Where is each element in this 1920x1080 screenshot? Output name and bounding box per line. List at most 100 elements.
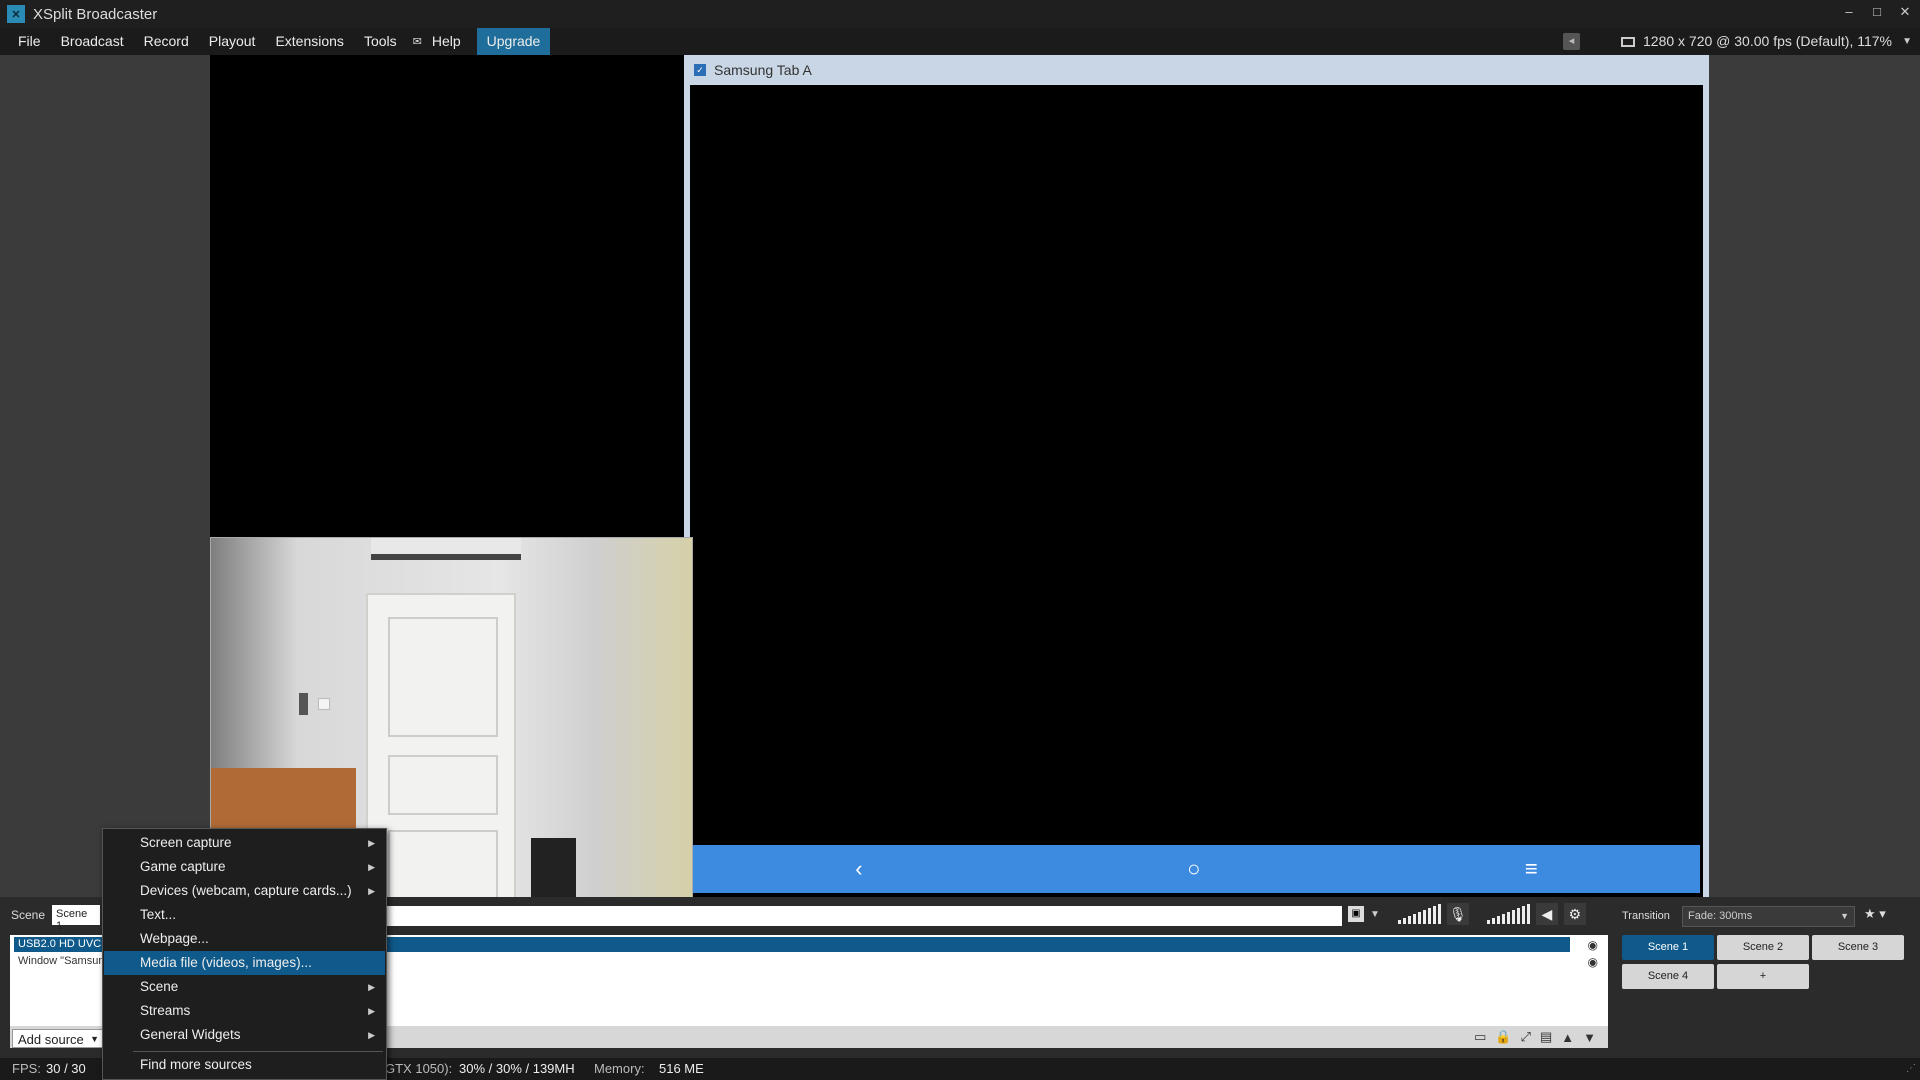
- menu-item-streams[interactable]: Streams ▶: [104, 999, 385, 1023]
- menu-icon: ≡: [1524, 856, 1538, 881]
- speaker-volume-bars[interactable]: [1486, 904, 1530, 924]
- menu-item-label: Webpage...: [140, 931, 209, 946]
- source-item-label: USB2.0 HD UVC W: [18, 938, 115, 950]
- fps-label: FPS:: [12, 1061, 41, 1076]
- microphone-icon[interactable]: 🎙: [1446, 903, 1469, 925]
- speaker-icon[interactable]: ◀: [1535, 903, 1558, 925]
- chevron-right-icon: ▶: [368, 862, 375, 872]
- transition-value: Fade: 300ms: [1688, 910, 1753, 922]
- scene-button-3[interactable]: Scene 3: [1812, 935, 1904, 960]
- add-source-label: Add source: [18, 1032, 84, 1047]
- air-conditioner: [371, 538, 521, 560]
- scene-button-1[interactable]: Scene 1: [1622, 935, 1714, 960]
- title-bar: ✕ XSplit Broadcaster – □ ✕: [0, 0, 1920, 28]
- projector-icon[interactable]: ▤: [1540, 1029, 1552, 1045]
- add-source-button[interactable]: Add source ▼: [12, 1029, 104, 1048]
- xsplit-logo-icon: ✕: [7, 5, 25, 23]
- transition-select[interactable]: Fade: 300ms ▼: [1682, 906, 1855, 927]
- menu-tools[interactable]: Tools: [354, 28, 407, 55]
- home-icon: ○: [1187, 856, 1201, 881]
- checkbox-icon: ✓: [694, 64, 706, 76]
- resize-grip-icon[interactable]: ⋰: [1906, 1058, 1916, 1080]
- source-item[interactable]: Window "Samsun: [14, 954, 104, 969]
- transition-label: Transition: [1622, 910, 1670, 922]
- menu-item-find-more-sources[interactable]: Find more sources: [104, 1053, 385, 1077]
- menu-item-media-file[interactable]: Media file (videos, images)...: [104, 951, 385, 975]
- samsung-tab-source[interactable]: ✓ Samsung Tab A ‹ ○ ≡: [684, 55, 1709, 897]
- transition-add-button[interactable]: ★ ▾: [1864, 906, 1904, 927]
- mic-volume-bars[interactable]: [1397, 904, 1441, 924]
- menu-item-text[interactable]: Text...: [104, 903, 385, 927]
- source-window-titlebar: ✓ Samsung Tab A: [684, 55, 1709, 85]
- scene-button-4[interactable]: Scene 4: [1622, 964, 1714, 989]
- chevron-right-icon: ▶: [368, 886, 375, 896]
- chevron-down-icon: ▼: [1840, 911, 1849, 921]
- menu-item-label: Scene: [140, 979, 179, 994]
- chevron-down-icon[interactable]: ▼: [1902, 28, 1912, 55]
- scene-button-2[interactable]: Scene 2: [1717, 935, 1809, 960]
- menu-playout[interactable]: Playout: [199, 28, 266, 55]
- chevron-down-icon[interactable]: ▼: [1370, 909, 1380, 920]
- source-item-label: Window "Samsun: [18, 955, 105, 967]
- move-down-icon[interactable]: ▼: [1583, 1030, 1596, 1045]
- memory-value: 516 ME: [659, 1061, 704, 1076]
- menu-item-label: Screen capture: [140, 835, 232, 850]
- gpu-value: 30% / 30% / 139MH: [459, 1061, 575, 1076]
- menu-help[interactable]: Help: [422, 28, 471, 55]
- gpu-label: GTX 1050):: [385, 1061, 453, 1076]
- menu-item-screen-capture[interactable]: Screen capture ▶: [104, 831, 385, 855]
- door: [366, 593, 516, 898]
- window-title: XSplit Broadcaster: [33, 5, 158, 23]
- menu-item-label: Find more sources: [140, 1057, 252, 1072]
- mail-icon: ✉: [412, 36, 422, 48]
- resolution-selector[interactable]: 1280 x 720 @ 30.00 fps (Default), 117%: [1621, 28, 1892, 55]
- move-up-icon[interactable]: ▲: [1561, 1030, 1574, 1045]
- menu-item-scene[interactable]: Scene ▶: [104, 975, 385, 999]
- menu-bar: File Broadcast Record Playout Extensions…: [0, 28, 1920, 55]
- source-window-title: Samsung Tab A: [714, 62, 812, 78]
- scene-name-field[interactable]: Scene 1: [52, 905, 100, 932]
- fps-value: 30 / 30: [46, 1061, 86, 1076]
- upgrade-button[interactable]: Upgrade: [476, 28, 551, 55]
- menu-item-label: Devices (webcam, capture cards...): [140, 883, 352, 898]
- menu-item-webpage[interactable]: Webpage...: [104, 927, 385, 951]
- eye-icon[interactable]: ◉: [1588, 955, 1598, 969]
- scene-label: Scene: [11, 908, 46, 922]
- add-scene-button[interactable]: +: [1717, 964, 1809, 989]
- memory-label: Memory:: [594, 1061, 645, 1076]
- chevron-right-icon: ▶: [368, 838, 375, 848]
- bag: [531, 838, 576, 898]
- maximize-button[interactable]: □: [1868, 4, 1886, 20]
- fullscreen-icon[interactable]: ⤢: [1521, 1029, 1531, 1045]
- menu-item-label: Streams: [140, 1003, 191, 1018]
- back-icon: ‹: [855, 856, 863, 881]
- menu-item-game-capture[interactable]: Game capture ▶: [104, 855, 385, 879]
- menu-item-label: Text...: [140, 907, 177, 922]
- menu-divider: [133, 1051, 383, 1052]
- share-icon[interactable]: ◂: [1563, 33, 1580, 50]
- monitor-icon: [1621, 36, 1635, 47]
- eye-icon[interactable]: ◉: [1588, 938, 1598, 952]
- menu-item-label: Media file (videos, images)...: [140, 955, 312, 970]
- gear-icon[interactable]: ⚙: [1563, 903, 1586, 925]
- folder-icon[interactable]: ▭: [1474, 1029, 1486, 1045]
- resolution-label: 1280 x 720 @ 30.00 fps (Default), 117%: [1643, 33, 1892, 49]
- chevron-right-icon: ▶: [368, 1006, 375, 1016]
- chevron-right-icon: ▶: [368, 982, 375, 992]
- source-filter-bar[interactable]: [387, 906, 1342, 926]
- preview-canvas[interactable]: [210, 55, 684, 537]
- add-source-menu: Screen capture ▶ Game capture ▶ Devices …: [102, 828, 387, 1080]
- menu-item-general-widgets[interactable]: General Widgets ▶: [104, 1023, 385, 1047]
- menu-broadcast[interactable]: Broadcast: [51, 28, 134, 55]
- menu-item-devices[interactable]: Devices (webcam, capture cards...) ▶: [104, 879, 385, 903]
- menu-file[interactable]: File: [8, 28, 51, 55]
- screen-icon[interactable]: ▣: [1348, 906, 1364, 922]
- minimize-button[interactable]: –: [1840, 4, 1858, 20]
- menu-item-label: Game capture: [140, 859, 226, 874]
- chevron-right-icon: ▶: [368, 1030, 375, 1040]
- device-screen: [690, 85, 1703, 897]
- close-button[interactable]: ✕: [1896, 4, 1914, 20]
- lock-icon[interactable]: 🔒: [1495, 1029, 1511, 1045]
- menu-record[interactable]: Record: [134, 28, 199, 55]
- menu-extensions[interactable]: Extensions: [265, 28, 353, 55]
